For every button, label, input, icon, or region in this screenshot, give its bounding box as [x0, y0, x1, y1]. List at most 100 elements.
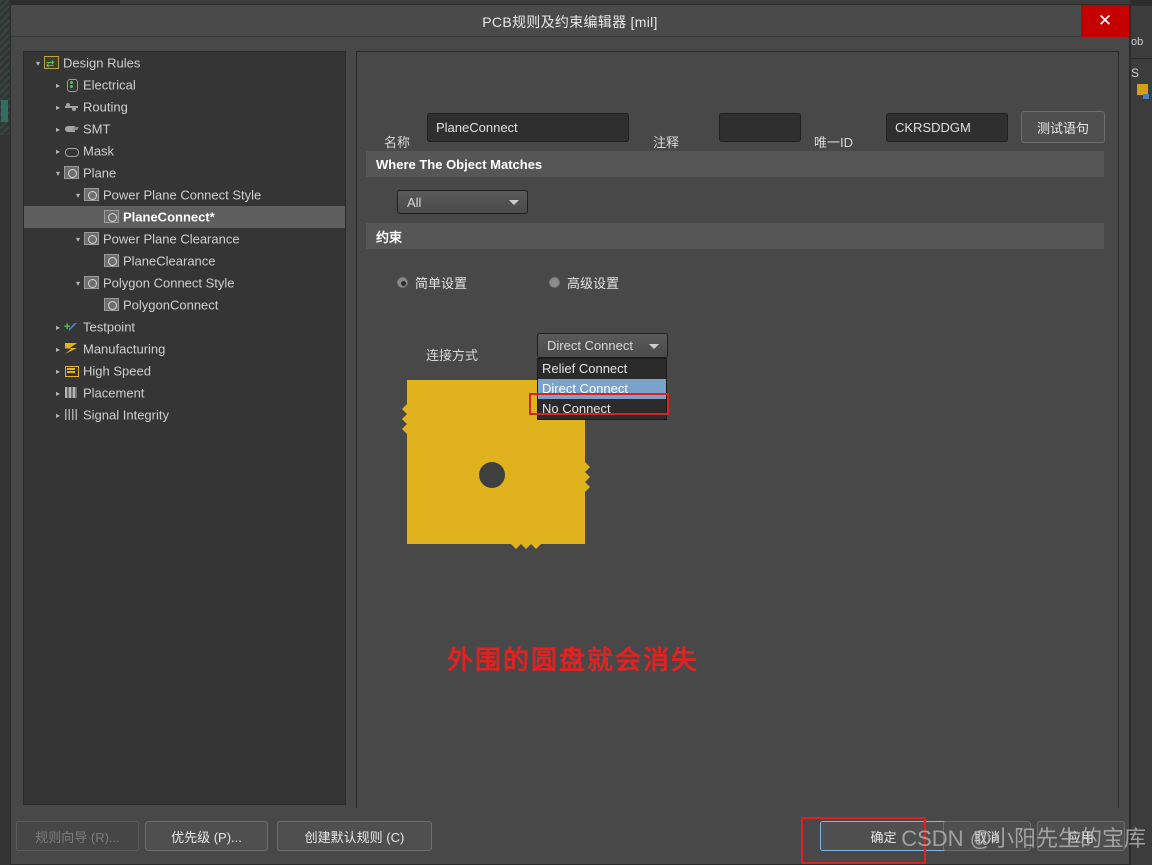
- electrical-icon: [64, 78, 79, 92]
- radio-advanced-settings[interactable]: 高级设置: [549, 273, 619, 292]
- dialog-title: PCB规则及约束编辑器 [mil]: [482, 14, 658, 30]
- tree-item-smt[interactable]: SMT: [24, 118, 345, 140]
- tree-item-testpoint[interactable]: Testpoint: [24, 316, 345, 338]
- background-right-separator: [1130, 58, 1152, 59]
- chevron-right-icon[interactable]: [52, 97, 64, 119]
- plane-icon: [84, 232, 99, 245]
- plane-icon: [84, 188, 99, 201]
- testpoint-icon: [64, 316, 79, 338]
- apply-button[interactable]: 应用: [1037, 821, 1125, 851]
- test-query-button[interactable]: 测试语句: [1021, 111, 1105, 143]
- tree-item-design-rules[interactable]: Design Rules: [24, 52, 345, 76]
- chevron-down-icon: [509, 200, 519, 205]
- pcb-rules-dialog: PCB规则及约束编辑器 [mil] Design Rules Electrical…: [10, 4, 1130, 865]
- chevron-right-icon[interactable]: [52, 317, 64, 339]
- tree-item-label: Testpoint: [83, 319, 136, 335]
- chevron-right-icon[interactable]: [52, 405, 64, 427]
- scope-select[interactable]: All: [397, 190, 528, 214]
- background-right-tab-label-1: ob: [1131, 36, 1144, 48]
- chevron-right-icon[interactable]: [52, 361, 64, 383]
- chevron-down-icon[interactable]: [72, 185, 84, 207]
- unique-id-input[interactable]: CKRSDDGM: [886, 113, 1008, 142]
- scope-select-value: All: [407, 194, 422, 210]
- where-object-matches-header: Where The Object Matches: [366, 151, 1104, 177]
- plane-icon: [84, 276, 99, 289]
- close-icon[interactable]: [1081, 5, 1129, 37]
- chevron-right-icon[interactable]: [52, 141, 64, 163]
- comment-label: 注释: [653, 135, 680, 150]
- chevron-down-icon: [649, 343, 659, 349]
- tree-item-label: PlaneConnect*: [123, 209, 215, 225]
- tree-item-label: Design Rules: [63, 55, 141, 71]
- smt-icon: [64, 122, 79, 135]
- background-right-tab-label-2: S: [1131, 66, 1140, 80]
- tree-item-signal-integrity[interactable]: Signal Integrity: [24, 404, 345, 426]
- tree-item-power-plane-connect-style[interactable]: Power Plane Connect Style: [24, 184, 345, 206]
- background-right-tab-top: [1130, 0, 1152, 6]
- radio-simple-settings[interactable]: 简单设置: [397, 273, 467, 292]
- dialog-titlebar: PCB规则及约束编辑器 [mil]: [11, 5, 1129, 37]
- dialog-body: Design Rules Electrical Routing SMT Mask Plan…: [11, 37, 1129, 864]
- rule-editor-panel: 名称 PlaneConnect 注释 唯一ID CKRSDDGM 测试语句 Wh…: [356, 51, 1119, 842]
- name-input[interactable]: PlaneConnect: [427, 113, 629, 142]
- tree-item-label: Mask: [83, 143, 115, 159]
- design-rules-icon: [44, 54, 59, 76]
- tree-item-planeclearance[interactable]: PlaneClearance: [24, 250, 345, 272]
- rule-wizard-button: 规则向导 (R)...: [16, 821, 139, 851]
- comment-input[interactable]: [719, 113, 801, 142]
- tree-item-label: PolygonConnect: [123, 297, 219, 313]
- tree-item-label: Electrical: [83, 77, 136, 93]
- highlight-box-dropdown-item: [529, 393, 669, 415]
- dropdown-option-relief-connect[interactable]: Relief Connect: [538, 359, 666, 379]
- chevron-right-icon[interactable]: [52, 119, 64, 141]
- chevron-right-icon[interactable]: [52, 75, 64, 97]
- background-right-panel: ob S: [1130, 0, 1152, 865]
- tree-item-high-speed[interactable]: High Speed: [24, 360, 345, 382]
- rule-wizard-label: 规则向导 (R)...: [35, 829, 120, 845]
- tree-item-mask[interactable]: Mask: [24, 140, 345, 162]
- chevron-down-icon[interactable]: [72, 273, 84, 295]
- create-default-rules-label: 创建默认规则 (C): [304, 829, 405, 845]
- create-default-rules-button[interactable]: 创建默认规则 (C): [277, 821, 432, 851]
- tree-item-label: Power Plane Connect Style: [103, 187, 262, 203]
- unique-id-label: 唯一ID: [814, 135, 854, 150]
- tree-item-plane[interactable]: Plane: [24, 162, 345, 184]
- priority-label: 优先级 (P)...: [171, 829, 242, 845]
- tree-item-label: High Speed: [83, 363, 151, 379]
- plane-icon: [104, 298, 119, 311]
- tree-item-label: Routing: [83, 99, 128, 115]
- plane-icon: [104, 210, 119, 223]
- priority-button[interactable]: 优先级 (P)...: [145, 821, 268, 851]
- routing-icon: [64, 100, 79, 113]
- tree-item-polygonconnect[interactable]: PolygonConnect: [24, 294, 345, 316]
- chevron-down-icon[interactable]: [72, 229, 84, 251]
- chevron-down-icon[interactable]: [32, 53, 44, 75]
- plane-icon: [64, 166, 79, 179]
- radio-advanced-dot: [549, 277, 560, 288]
- tree-item-label: Signal Integrity: [83, 407, 169, 423]
- tree-item-label: Power Plane Clearance: [103, 231, 240, 247]
- radio-simple-dot: [397, 277, 408, 288]
- signal-integrity-icon: [64, 408, 79, 421]
- cancel-button[interactable]: 取消: [943, 821, 1031, 851]
- tree-item-placement[interactable]: Placement: [24, 382, 345, 404]
- background-component-icon-accent: [1143, 94, 1149, 99]
- design-rules-tree[interactable]: Design Rules Electrical Routing SMT Mask Plan…: [23, 51, 346, 805]
- background-left-teal-marker: [1, 100, 8, 122]
- tree-item-electrical[interactable]: Electrical: [24, 74, 345, 96]
- placement-icon: [64, 386, 79, 399]
- tree-item-label: Placement: [83, 385, 145, 401]
- connect-style-value: Direct Connect: [547, 338, 633, 353]
- connect-style-select[interactable]: Direct Connect: [537, 333, 668, 358]
- tree-item-label: PlaneClearance: [123, 253, 216, 269]
- tree-item-label: Polygon Connect Style: [103, 275, 235, 291]
- tree-item-planeconnect[interactable]: PlaneConnect*: [24, 206, 345, 228]
- tree-item-power-plane-clearance[interactable]: Power Plane Clearance: [24, 228, 345, 250]
- tree-item-manufacturing[interactable]: Manufacturing: [24, 338, 345, 360]
- chevron-right-icon[interactable]: [52, 339, 64, 361]
- tree-item-routing[interactable]: Routing: [24, 96, 345, 118]
- chevron-right-icon[interactable]: [52, 383, 64, 405]
- chevron-down-icon[interactable]: [52, 163, 64, 185]
- annotation-text: 外围的圆盘就会消失: [447, 645, 700, 675]
- tree-item-polygon-connect-style[interactable]: Polygon Connect Style: [24, 272, 345, 294]
